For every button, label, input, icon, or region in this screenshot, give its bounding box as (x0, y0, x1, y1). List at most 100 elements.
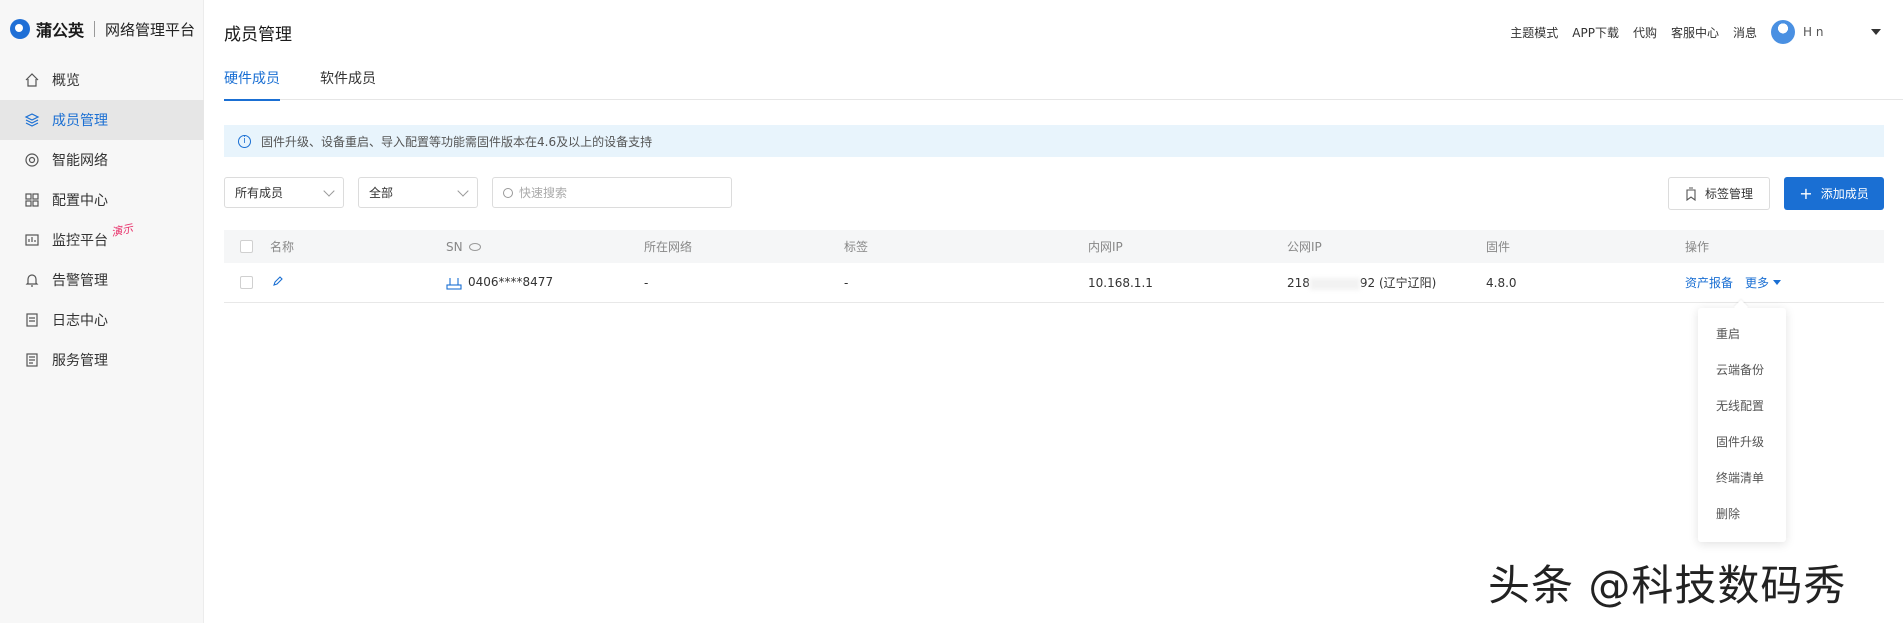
filter-bar: 所有成员 全部 (224, 177, 732, 208)
menu-item-firmware-upgrade[interactable]: 固件升级 (1698, 424, 1786, 460)
sidebar-item-label: 配置中心 (52, 193, 108, 209)
brand-name: 蒲公英 (36, 21, 85, 40)
user-name: H n (1803, 25, 1824, 39)
sn-value: 0406****8477 (468, 275, 554, 290)
sidebar-item-label: 服务管理 (52, 353, 108, 369)
lan-ip-cell: 10.168.1.1 (1088, 275, 1153, 290)
edit-name-icon[interactable] (272, 275, 284, 290)
avatar (1771, 20, 1795, 44)
sidebar-item-label: 概览 (52, 73, 80, 89)
messages-link[interactable]: 消息 (1733, 24, 1757, 41)
more-actions-menu: 重启 云端备份 无线配置 固件升级 终端清单 删除 (1698, 308, 1786, 542)
sidebar-item-label: 监控平台 (52, 233, 108, 249)
network-cell: - (644, 275, 649, 290)
tag-icon (1686, 186, 1696, 201)
header-tag: 标签 (844, 240, 869, 254)
sidebar-item-services[interactable]: 服务管理 (0, 340, 204, 380)
header-actions: 操作 (1685, 240, 1710, 254)
menu-item-reboot[interactable]: 重启 (1698, 316, 1786, 352)
grid-icon (24, 192, 40, 208)
brand-divider (94, 21, 96, 37)
app-download-link[interactable]: APP下载 (1572, 24, 1619, 41)
brand-subtitle: 网络管理平台 (105, 20, 196, 39)
dandelion-logo-icon (10, 19, 30, 39)
brand-logo[interactable]: 蒲公英 网络管理平台 (10, 17, 195, 41)
menu-item-delete[interactable]: 删除 (1698, 496, 1786, 532)
redacted-block (1309, 277, 1360, 290)
scope-filter-value: 全部 (369, 186, 394, 200)
add-member-label: 添加成员 (1820, 187, 1869, 201)
sidebar-item-logs[interactable]: 日志中心 (0, 300, 204, 340)
watermark: 头条 @科技数码秀 (1488, 561, 1847, 610)
layers-icon (24, 112, 40, 128)
purchase-link[interactable]: 代购 (1633, 24, 1657, 41)
sidebar-item-smart-network[interactable]: 智能网络 (0, 140, 204, 180)
table-header: 名称 SN 所在网络 标签 内网IP 公网IP 固件 操作 (224, 230, 1884, 263)
member-filter-select[interactable]: 所有成员 (224, 177, 344, 208)
plus-icon: + (1799, 183, 1813, 203)
sidebar-item-label: 智能网络 (52, 153, 108, 169)
members-table: 名称 SN 所在网络 标签 内网IP 公网IP 固件 操作 0406****84… (224, 230, 1884, 303)
sidebar: 蒲公英 网络管理平台 概览 成员管理 智能网络 配置中心 监控平台 演示 告警管… (0, 0, 204, 623)
caret-down-icon (1871, 29, 1881, 35)
sidebar-item-config-center[interactable]: 配置中心 (0, 180, 204, 220)
sidebar-nav: 概览 成员管理 智能网络 配置中心 监控平台 演示 告警管理 日志中心 服务管理 (0, 60, 204, 380)
header-name: 名称 (270, 240, 295, 254)
sidebar-item-label: 成员管理 (52, 113, 108, 129)
actions-cell: 资产报备 更多 (1685, 274, 1782, 291)
scope-filter-select[interactable]: 全部 (358, 177, 478, 208)
chevron-down-icon (323, 184, 335, 197)
add-member-button[interactable]: + 添加成员 (1784, 177, 1884, 210)
more-actions-button[interactable]: 更多 (1745, 274, 1782, 291)
menu-item-wireless-config[interactable]: 无线配置 (1698, 388, 1786, 424)
tag-manage-button[interactable]: 标签管理 (1668, 177, 1770, 210)
menu-item-terminal-list[interactable]: 终端清单 (1698, 460, 1786, 496)
more-label: 更多 (1745, 276, 1770, 290)
sidebar-item-monitor[interactable]: 监控平台 演示 (0, 220, 204, 260)
header-network: 所在网络 (644, 240, 693, 254)
page-title: 成员管理 (224, 25, 292, 45)
header-sn-label: SN (446, 239, 463, 254)
table-row: 0406****8477 - - 10.168.1.1 218 92 (辽宁辽阳)… (224, 263, 1884, 303)
firmware-cell: 4.8.0 (1486, 275, 1517, 290)
service-icon (24, 352, 40, 368)
log-icon (24, 312, 40, 328)
select-all-checkbox[interactable] (240, 240, 253, 253)
theme-mode-link[interactable]: 主题模式 (1510, 24, 1558, 41)
caret-down-icon (1773, 280, 1782, 285)
monitor-icon (24, 232, 40, 248)
sidebar-item-label: 日志中心 (52, 313, 108, 329)
header-wan-ip: 公网IP (1287, 240, 1322, 254)
sidebar-item-label: 告警管理 (52, 273, 108, 289)
search-box (492, 177, 732, 208)
top-links: 主题模式 APP下载 代购 客服中心 消息 H n (1510, 20, 1881, 44)
header-lan-ip: 内网IP (1088, 240, 1123, 254)
user-menu[interactable]: H n (1771, 20, 1881, 44)
wan-ip-prefix: 218 (1287, 276, 1310, 290)
member-filter-value: 所有成员 (235, 186, 284, 200)
bell-icon (24, 272, 40, 288)
search-icon (503, 187, 513, 198)
sidebar-item-alerts[interactable]: 告警管理 (0, 260, 204, 300)
search-input[interactable] (519, 185, 719, 200)
header-sn: SN (446, 240, 481, 254)
tag-cell: - (844, 275, 849, 290)
wan-ip-cell: 218 92 (辽宁辽阳) (1287, 274, 1436, 291)
network-icon (24, 152, 40, 168)
tab-hardware-members[interactable]: 硬件成员 (224, 58, 280, 101)
notice-text: 固件升级、设备重启、导入配置等功能需固件版本在4.6及以上的设备支持 (261, 134, 653, 149)
menu-item-cloud-backup[interactable]: 云端备份 (1698, 352, 1786, 388)
wan-ip-suffix: 92 (辽宁辽阳) (1359, 276, 1437, 290)
asset-report-link[interactable]: 资产报备 (1685, 276, 1733, 290)
header-firmware: 固件 (1486, 240, 1511, 254)
chevron-down-icon (457, 184, 469, 197)
tab-software-members[interactable]: 软件成员 (320, 58, 376, 100)
row-checkbox[interactable] (240, 276, 253, 289)
demo-badge: 演示 (109, 221, 135, 240)
member-tabs: 硬件成员 软件成员 (224, 58, 1903, 101)
eye-icon[interactable] (468, 243, 481, 251)
support-link[interactable]: 客服中心 (1671, 24, 1719, 41)
sidebar-item-overview[interactable]: 概览 (0, 60, 204, 100)
sidebar-item-members[interactable]: 成员管理 (0, 100, 204, 140)
home-icon (24, 72, 40, 88)
